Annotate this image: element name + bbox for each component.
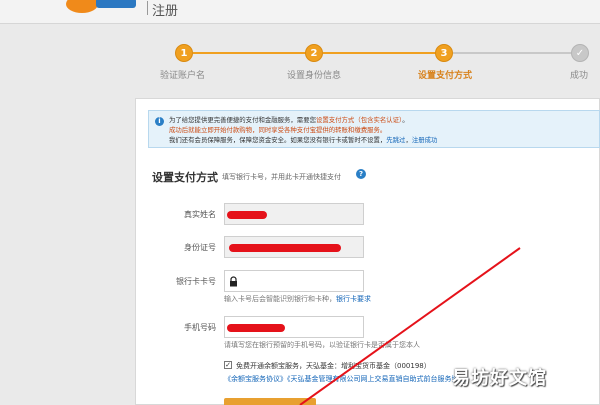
step-1-label: 验证账户名 [160,71,206,81]
card-number-hint: 输入卡号后会智能识别银行和卡种，银行卡要求 [224,294,371,304]
watermark: 易坊好文馆 [452,368,547,389]
help-icon[interactable]: ? [356,169,366,179]
agreement-checkbox[interactable]: ✓ [224,361,232,369]
phone-hint: 请填写您在银行预留的手机号码，以验证银行卡是否属于您本人 [224,341,420,349]
agreement-links[interactable]: 《余额宝服务协议》《天弘基金管理有限公司网上交易直销自助式前台服务协议》 [224,374,473,384]
register-success-link[interactable]: 注册成功 [412,136,438,144]
real-name-field [224,203,364,225]
step-2-label: 设置身份信息 [287,71,342,81]
step-3-circle: 3 [435,44,453,62]
section-title: 设置支付方式 [152,171,218,184]
alipay-logo [66,0,136,13]
submit-button[interactable] [224,398,316,405]
id-number-label: 身份证号 [184,243,216,252]
step-3-label: 设置支付方式 [418,71,473,81]
section-hint: 填写银行卡号，并用此卡开通快捷支付 [222,173,341,181]
card-number-label: 银行卡卡号 [176,277,216,286]
step-4-check-icon: ✓ [571,44,589,62]
redaction-mark [227,324,285,332]
page: 注册 1 2 3 ✓ 验证账户名 设置身份信息 设置支付方式 成功 i 为了给您… [0,0,600,405]
top-bar: 注册 [0,0,600,24]
notice-text: 为了给您提供更完善便捷的支付和金融服务，需要您 [169,116,316,124]
redaction-mark [229,244,341,252]
info-notice: i 为了给您提供更完善便捷的支付和金融服务，需要您设置支付方式（包含实名认证）。… [148,110,600,148]
info-icon: i [155,117,164,126]
card-number-input[interactable] [224,270,364,292]
phone-input[interactable] [224,316,364,338]
lock-icon [230,276,237,287]
step-1-circle: 1 [175,44,193,62]
notice-line-2: 成功后就能立即开始付款购物，同时享受各种支付宝提供的转账和缴费服务。 [169,126,387,134]
real-name-label: 真实姓名 [184,210,216,219]
notice-text: 。 [402,116,409,124]
step-connector [453,52,571,54]
notice-line-1: 为了给您提供更完善便捷的支付和金融服务，需要您设置支付方式（包含实名认证）。 [169,115,409,124]
skip-link[interactable]: 先跳过 [386,136,405,144]
notice-line-3: 我们还有会员保障服务，保障您资金安全。如果您没有银行卡或暂时不设置，先跳过，注册… [169,135,437,144]
progress-steps: 1 2 3 ✓ 验证账户名 设置身份信息 设置支付方式 成功 [0,30,600,90]
phone-label: 手机号码 [184,323,216,332]
id-number-field [224,236,364,258]
card-requirements-link[interactable]: 银行卡要求 [336,295,371,303]
page-title: 注册 [152,4,179,19]
step-connector [323,52,437,54]
step-4-label: 成功 [570,71,589,81]
step-connector [193,52,307,54]
notice-emphasis: 设置支付方式（包含实名认证） [315,116,403,124]
agreement-text: 免费开通余额宝服务，天弘基金：增利宝货币基金（000198） [236,362,431,370]
step-2-circle: 2 [305,44,323,62]
notice-text: 我们还有会员保障服务，保障您资金安全。如果您没有银行卡或暂时不设置， [169,136,387,144]
logo-divider [147,1,148,15]
redaction-mark [227,211,267,219]
hint-text: 输入卡号后会智能识别银行和卡种， [224,295,336,303]
